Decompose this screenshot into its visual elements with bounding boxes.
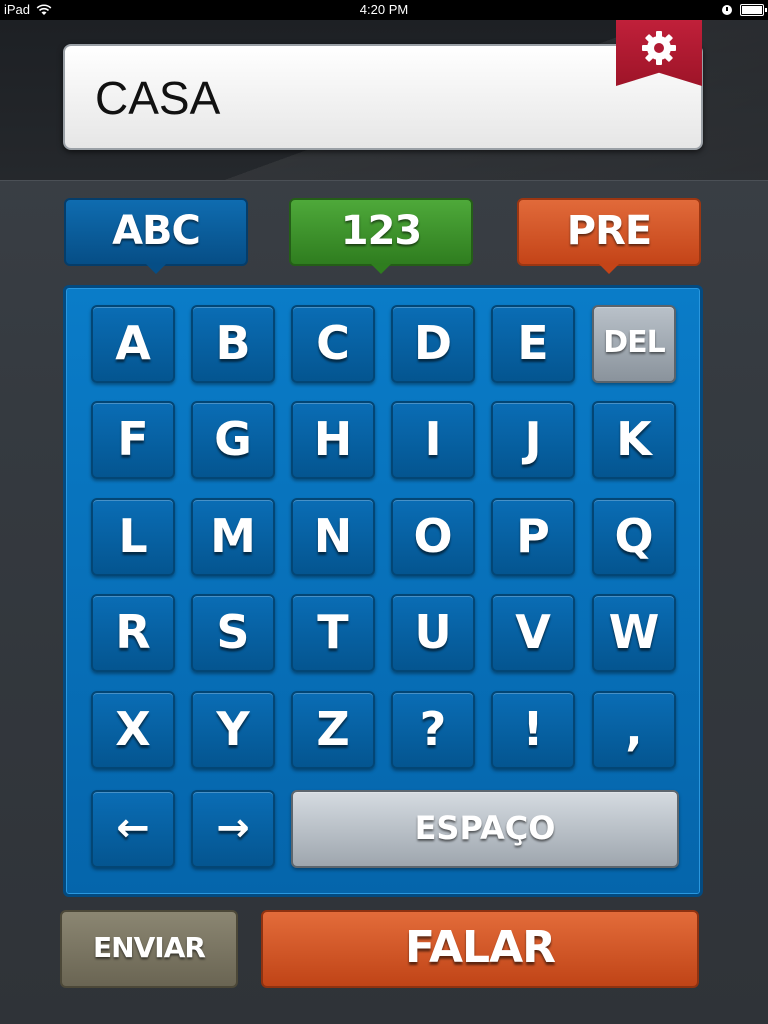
space-key[interactable]: ESPAÇO [291,790,679,868]
text-display[interactable]: CASA [63,44,703,150]
key-o[interactable]: O [391,498,475,576]
key-d[interactable]: D [391,305,475,383]
keyboard-panel: A B C D E DEL F G H I J K L M N O P Q R … [63,285,703,897]
key-x[interactable]: X [91,691,175,769]
tab-123[interactable]: 123 [289,198,473,274]
key-q[interactable]: Q [592,498,676,576]
key-v[interactable]: V [491,594,575,672]
key-a[interactable]: A [91,305,175,383]
key-j[interactable]: J [491,401,575,479]
key-p[interactable]: P [491,498,575,576]
key-n[interactable]: N [291,498,375,576]
key-i[interactable]: I [391,401,475,479]
key-f[interactable]: F [91,401,175,479]
display-text: CASA [95,72,221,124]
status-right [722,0,767,20]
status-bar: iPad 4:20 PM [0,0,768,20]
gear-icon [642,31,676,65]
delete-key[interactable]: DEL [592,305,676,383]
send-button[interactable]: ENVIAR [60,910,238,988]
key-u[interactable]: U [391,594,475,672]
top-bar: CASA [0,20,768,181]
key-l[interactable]: L [91,498,175,576]
key-g[interactable]: G [191,401,275,479]
key-m[interactable]: M [191,498,275,576]
left-arrow-key[interactable]: ← [91,790,175,868]
tab-abc[interactable]: ABC [64,198,248,274]
key-s[interactable]: S [191,594,275,672]
key-e[interactable]: E [491,305,575,383]
rotation-lock-icon [722,5,732,15]
key-c[interactable]: C [291,305,375,383]
battery-icon [740,4,767,16]
status-time: 4:20 PM [359,2,409,17]
right-arrow-key[interactable]: → [191,790,275,868]
key-h[interactable]: H [291,401,375,479]
speak-button[interactable]: FALAR [261,910,699,988]
key-b[interactable]: B [191,305,275,383]
key-question[interactable]: ? [391,691,475,769]
key-comma[interactable]: , [592,691,676,769]
key-r[interactable]: R [91,594,175,672]
key-y[interactable]: Y [191,691,275,769]
key-t[interactable]: T [291,594,375,672]
key-k[interactable]: K [592,401,676,479]
key-exclamation[interactable]: ! [491,691,575,769]
key-z[interactable]: Z [291,691,375,769]
tab-pre[interactable]: PRE [517,198,701,274]
key-w[interactable]: W [592,594,676,672]
